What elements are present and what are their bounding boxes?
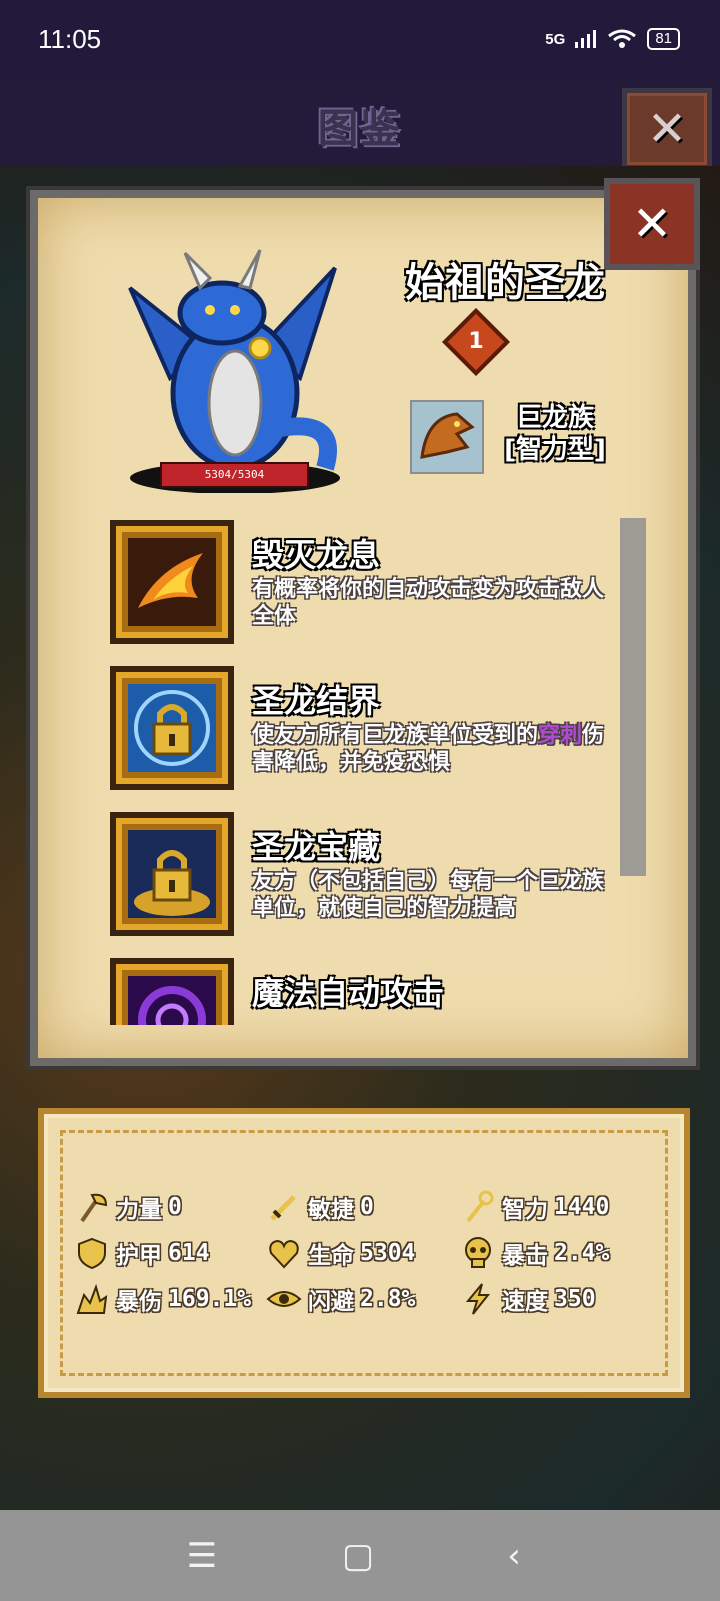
staff-icon — [466, 1190, 494, 1223]
skill-item[interactable]: 圣龙结界 使友方所有巨龙族单位受到的穿刺伤害降低，并免疫恐惧 — [110, 666, 610, 806]
stat-crit: 暴击 2.4% — [460, 1233, 609, 1273]
stat-label: 生命 — [308, 1243, 354, 1269]
skill-title: 圣龙结界 — [252, 682, 381, 720]
eye-icon — [266, 1291, 302, 1307]
header-bar: 图鉴 — [0, 80, 720, 166]
stat-value: 614 — [168, 1240, 210, 1266]
lightning-icon — [465, 1283, 491, 1315]
stat-value: 1440 — [554, 1194, 610, 1220]
burst-icon — [76, 1283, 108, 1314]
close-icon: ✕ — [646, 101, 688, 157]
skill-description: 友方（不包括自己）每有一个巨龙族单位，就使自己的智力提高 — [252, 869, 605, 921]
stat-label: 暴击 — [502, 1243, 548, 1269]
axe-icon — [80, 1193, 108, 1223]
home-icon[interactable]: ▢ — [338, 1536, 378, 1576]
signal-icon — [575, 30, 597, 48]
skill-item[interactable]: 圣龙宝藏 友方（不包括自己）每有一个巨龙族单位，就使自己的智力提高 — [110, 812, 610, 952]
sword-icon — [270, 1195, 296, 1221]
dragon-portrait — [128, 249, 340, 493]
skill-title: 圣龙宝藏 — [252, 828, 381, 866]
stat-value: 169.1% — [168, 1286, 252, 1312]
skill-description: 有概率将你的自动攻击变为攻击敌人全体 — [252, 577, 605, 629]
menu-icon[interactable]: ☰ — [182, 1536, 222, 1576]
battery-icon: 81 — [647, 28, 680, 50]
stat-label: 速度 — [502, 1289, 548, 1315]
skill-description: 使友方所有巨龙族单位受到的穿刺伤害降低，并免疫恐惧 — [252, 722, 610, 776]
heart-icon — [269, 1239, 299, 1269]
stat-label: 护甲 — [116, 1243, 162, 1269]
stat-health: 生命 5304 — [266, 1233, 415, 1273]
network-label: 5G — [545, 30, 566, 48]
stat-intelligence: 智力 1440 — [460, 1187, 609, 1227]
stat-value: 5304 — [360, 1240, 416, 1266]
back-icon[interactable]: ‹ — [494, 1536, 534, 1576]
stat-label: 敏捷 — [308, 1197, 354, 1223]
unit-name: 始祖的圣龙 — [405, 260, 605, 306]
skill-title: 魔法自动攻击 — [252, 974, 445, 1012]
close-page-button[interactable]: ✕ — [622, 88, 712, 170]
skill-item[interactable]: 魔法自动攻击 — [110, 958, 610, 1025]
skill-desc-part: 使友方所有巨龙族单位受到的 — [252, 723, 539, 748]
tribe-type: [智力型] — [504, 435, 606, 465]
hp-bar: 5304/5304 — [160, 462, 309, 488]
stat-strength: 力量 0 — [74, 1187, 182, 1227]
wifi-icon — [608, 29, 637, 48]
tribe-name: 巨龙族 — [515, 403, 594, 433]
close-icon: ✕ — [631, 196, 673, 252]
stat-armor: 护甲 614 — [74, 1233, 210, 1273]
status-bar: 11:05 5G 81 — [0, 0, 720, 80]
stat-value: 0 — [360, 1194, 374, 1220]
stat-label: 力量 — [116, 1197, 162, 1223]
stat-value: 2.8% — [360, 1286, 416, 1312]
dragon-tribe-icon — [410, 400, 484, 474]
locked-barrier-icon — [110, 666, 234, 790]
stat-speed: 速度 350 — [460, 1279, 596, 1319]
skills-list[interactable]: 毁灭龙息 有概率将你的自动攻击变为攻击敌人全体 圣龙结界 使友方所有巨龙族单位受… — [110, 520, 610, 1025]
skull-icon — [465, 1237, 491, 1268]
stat-label: 智力 — [502, 1197, 548, 1223]
tribe-label: 巨龙族 [智力型] — [490, 402, 620, 466]
status-icons: 5G 81 — [545, 28, 680, 50]
skills-scrollbar[interactable] — [620, 518, 646, 876]
skill-title: 毁灭龙息 — [252, 536, 381, 574]
stat-label: 暴伤 — [116, 1289, 162, 1315]
locked-treasure-icon — [110, 812, 234, 936]
system-nav-bar: ☰ ▢ ‹ — [0, 1510, 720, 1601]
stat-value: 350 — [554, 1286, 596, 1312]
stat-agility: 敏捷 0 — [266, 1187, 374, 1227]
flame-breath-icon — [110, 520, 234, 644]
skill-item[interactable]: 毁灭龙息 有概率将你的自动攻击变为攻击敌人全体 — [110, 520, 610, 660]
stat-label: 闪避 — [308, 1289, 354, 1315]
status-time: 11:05 — [38, 24, 102, 54]
stat-crit-damage: 暴伤 169.1% — [74, 1279, 251, 1319]
pierce-keyword[interactable]: 穿刺 — [538, 723, 582, 748]
stat-value: 0 — [168, 1194, 182, 1220]
stat-value: 2.4% — [554, 1240, 610, 1266]
magic-vortex-icon — [110, 958, 234, 1025]
page-title: 图鉴 — [318, 106, 402, 152]
shield-icon — [78, 1237, 106, 1270]
stat-dodge: 闪避 2.8% — [266, 1279, 415, 1319]
rank-number: 1 — [468, 329, 484, 354]
